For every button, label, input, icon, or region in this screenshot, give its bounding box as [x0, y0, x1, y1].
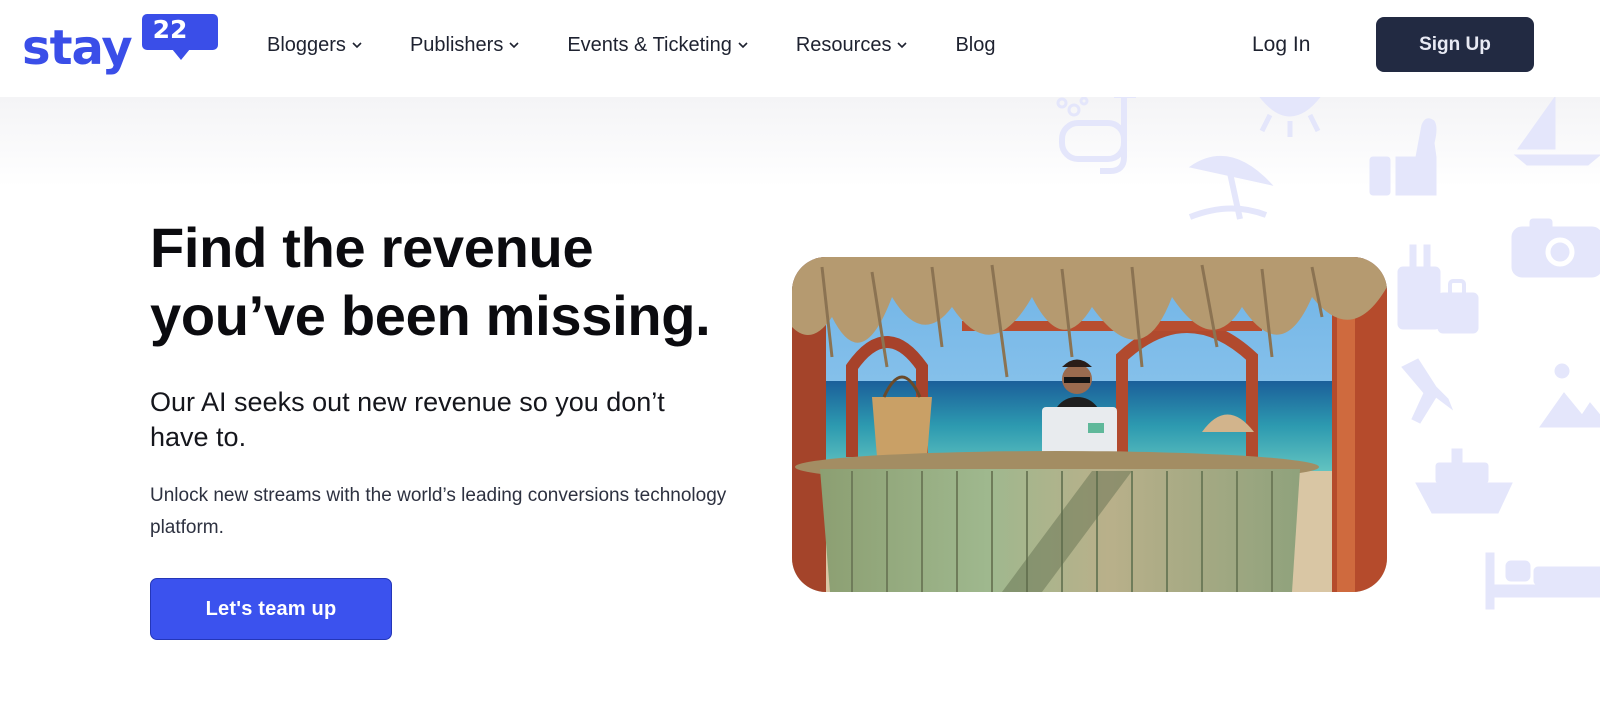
nav-item-blog[interactable]: Blog — [955, 33, 995, 57]
chevron-down-icon — [351, 40, 363, 50]
logo-wordmark: stay — [22, 20, 133, 76]
logo-number: 22 — [152, 15, 188, 44]
nav-item-label: Events & Ticketing — [567, 33, 732, 56]
airplane-icon — [1401, 358, 1454, 424]
stay22-logo[interactable]: stay 22 — [22, 14, 222, 80]
bubbles-icon — [1056, 97, 1089, 117]
hero-headline: Find the revenue you’ve been missing. — [150, 214, 770, 350]
nav-item-resources[interactable]: Resources — [796, 33, 909, 57]
sun-icon — [1259, 97, 1321, 137]
logo-speech-bubble-icon: 22 — [142, 14, 218, 60]
thumbs-up-icon — [1369, 118, 1437, 196]
camera-icon — [1511, 218, 1600, 278]
luggage-icon — [1397, 244, 1479, 334]
headline-line-1: Find the revenue — [150, 216, 594, 279]
chevron-down-icon — [896, 40, 908, 50]
chevron-down-icon — [508, 40, 520, 50]
nav-item-publishers[interactable]: Publishers — [410, 33, 520, 57]
headline-line-2: you’ve been missing. — [150, 284, 711, 347]
nav-item-events-ticketing[interactable]: Events & Ticketing — [567, 33, 749, 57]
login-link[interactable]: Log In — [1252, 33, 1310, 57]
chevron-down-icon — [737, 40, 749, 50]
top-navigation: stay 22 Bloggers Publishers Events & Tic… — [0, 0, 1600, 97]
beach-bar-laptop-photo — [792, 257, 1387, 592]
cruise-ship-icon — [1415, 448, 1513, 514]
nav-item-label: Resources — [795, 33, 892, 56]
sailboat-icon — [1513, 97, 1600, 166]
hero-description: Unlock new streams with the world’s lead… — [150, 485, 727, 538]
beach-umbrella-icon — [1188, 155, 1274, 220]
nav-item-label: Blog — [955, 33, 996, 56]
lets-team-up-button[interactable]: Let's team up — [150, 578, 392, 640]
signup-button[interactable]: Sign Up — [1376, 17, 1534, 72]
nav-item-bloggers[interactable]: Bloggers — [267, 33, 363, 57]
hero-subheadline: Our AI seeks out new revenue so you don’… — [150, 387, 665, 452]
mountain-icon — [1539, 363, 1600, 428]
snorkel-mask-icon — [1059, 97, 1136, 174]
nav-item-label: Bloggers — [267, 33, 346, 56]
main-menu: Bloggers Publishers Events & Ticketing R… — [267, 33, 996, 57]
bed-icon — [1485, 552, 1600, 610]
nav-item-label: Publishers — [409, 33, 504, 56]
